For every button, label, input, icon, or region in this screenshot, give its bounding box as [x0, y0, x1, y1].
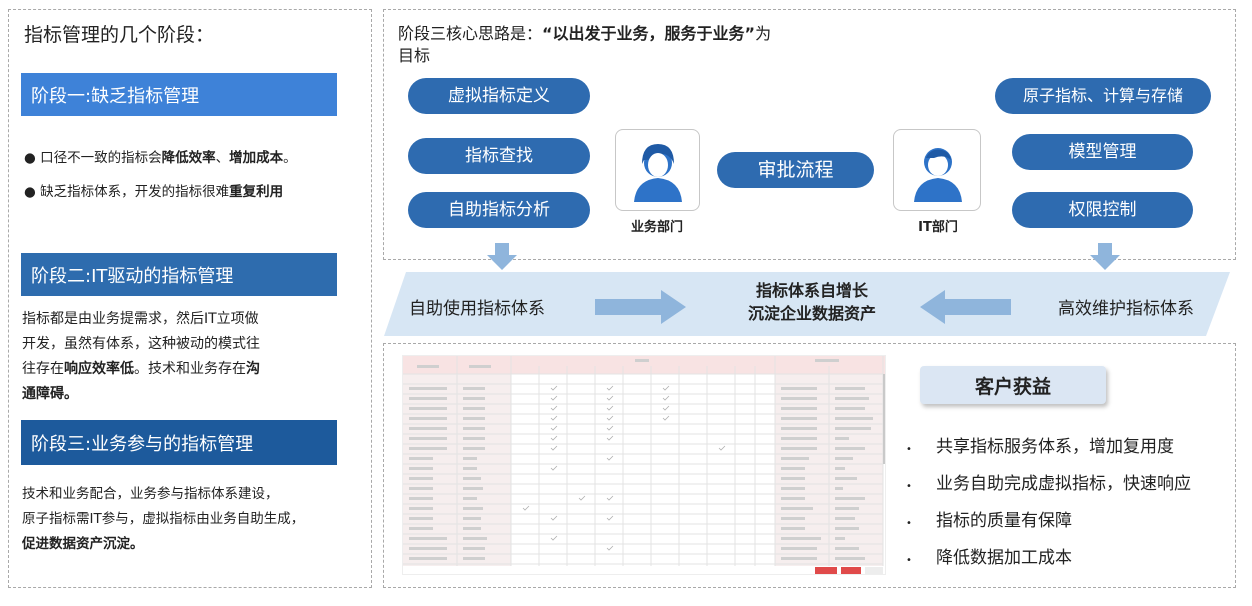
text: 指标的质量有保障 — [936, 511, 1072, 531]
benefit-item: • 降低数据加工成本 — [906, 541, 1232, 578]
text-bold: 降低效率 — [161, 150, 216, 166]
pill-self-analysis: 自助指标分析 — [408, 192, 590, 228]
pill-atomic-metric: 原子指标、计算与存储 — [995, 78, 1211, 114]
benefit-title: 客户获益 — [974, 375, 1051, 398]
text: 降低数据加工成本 — [936, 548, 1072, 568]
text-line: 原子指标需IT参与，虚拟指标由业务自助生成， — [22, 511, 305, 527]
text-line: 开发，虽然有体系，这种被动的模式往 — [22, 336, 260, 352]
text: 往存在 — [22, 361, 64, 377]
text: 业务自助完成虚拟指标，快速响应 — [936, 474, 1191, 494]
stage3-bar: 阶段三:业务参与的指标管理 — [21, 420, 337, 465]
text-bold: 增加成本 — [229, 150, 284, 166]
bullet-dot-icon: • — [906, 555, 912, 566]
text-bold: 沟 — [246, 361, 260, 377]
left-heading: 指标管理的几个阶段： — [24, 24, 215, 46]
down-arrow-right-icon — [1090, 243, 1120, 270]
bullet-dot-icon: • — [906, 444, 912, 455]
band-center-text: 指标体系自增长 沉淀企业数据资产 — [712, 279, 912, 325]
pill-permission-control: 权限控制 — [1012, 192, 1193, 228]
it-label: IT部门 — [918, 220, 958, 235]
text: 口径不一致的指标会 — [40, 150, 162, 166]
pill-virtual-metric: 虚拟指标定义 — [408, 78, 590, 114]
table-screenshot — [402, 355, 886, 575]
right-arrow-icon — [595, 290, 686, 324]
business-person-box — [615, 129, 700, 211]
stage2-text: 指标都是由业务提需求，然后IT立项做 开发，虽然有体系，这种被动的模式往 往存在… — [22, 307, 367, 407]
it-person-box — [893, 129, 981, 211]
text: 共享指标服务体系，增加复用度 — [936, 437, 1174, 457]
text: 、 — [215, 150, 230, 166]
benefit-title-box: 客户获益 — [920, 366, 1106, 404]
left-arrow-icon — [920, 290, 1011, 324]
text: 阶段三核心思路是： — [398, 24, 543, 43]
stage1-bullet-1: ● 口径不一致的指标会降低效率、增加成本。 — [24, 148, 364, 168]
bullet-dot-icon: • — [906, 481, 912, 492]
text: 。技术和业务存在 — [134, 361, 246, 377]
stage3-text: 技术和业务配合，业务参与指标体系建设， 原子指标需IT参与，虚拟指标由业务自助生… — [22, 482, 367, 557]
text: 缺乏指标体系，开发的指标很难 — [40, 184, 230, 200]
pill-metric-search: 指标查找 — [408, 138, 590, 174]
bullet-dot-icon: • — [906, 518, 912, 529]
business-label: 业务部门 — [630, 220, 683, 235]
text-line: 指标体系自增长 — [755, 281, 868, 300]
text: 为 — [755, 24, 772, 43]
pill-model-management: 模型管理 — [1012, 134, 1193, 170]
bullet-dot-icon: ● — [24, 150, 41, 166]
band-left-text: 自助使用指标体系 — [409, 299, 545, 319]
stage2-bar: 阶段二:IT驱动的指标管理 — [21, 253, 337, 296]
text-bold: 促进数据资产沉淀。 — [22, 536, 144, 552]
benefit-item: • 共享指标服务体系，增加复用度 — [906, 430, 1232, 467]
text-bold: 通障碍。 — [22, 386, 78, 402]
text-bold: 响应效率低 — [64, 361, 134, 377]
text-line: 技术和业务配合，业务参与指标体系建设， — [22, 486, 279, 502]
business-person-icon — [634, 144, 682, 202]
benefit-item: • 业务自助完成虚拟指标，快速响应 — [906, 467, 1232, 504]
top-heading: 阶段三核心思路是：“以出发于业务，服务于业务”为 目标 — [398, 23, 878, 67]
stage1-bullet-2: ● 缺乏指标体系，开发的指标很难重复利用 — [24, 182, 364, 202]
text-line: 沉淀企业数据资产 — [747, 304, 876, 323]
table-grid — [403, 356, 885, 574]
it-person-icon — [914, 148, 962, 202]
pill-approval: 审批流程 — [717, 152, 874, 188]
benefit-list: • 共享指标服务体系，增加复用度 • 业务自助完成虚拟指标，快速响应 • 指标的质量有… — [906, 430, 1232, 578]
text: 目标 — [398, 46, 431, 65]
text: 。 — [283, 150, 297, 166]
stage1-bar: 阶段一:缺乏指标管理 — [21, 73, 337, 116]
down-arrow-left-icon — [487, 243, 517, 270]
text-bold: 重复利用 — [229, 184, 284, 200]
band-right-text: 高效维护指标体系 — [1058, 299, 1194, 319]
benefit-item: • 指标的质量有保障 — [906, 504, 1232, 541]
bullet-dot-icon: ● — [24, 184, 41, 200]
text-line: 指标都是由业务提需求，然后IT立项做 — [22, 311, 259, 327]
text-bold: “以出发于业务，服务于业务” — [542, 24, 756, 43]
text-line: 往存在响应效率低。技术和业务存在沟 — [22, 357, 367, 382]
